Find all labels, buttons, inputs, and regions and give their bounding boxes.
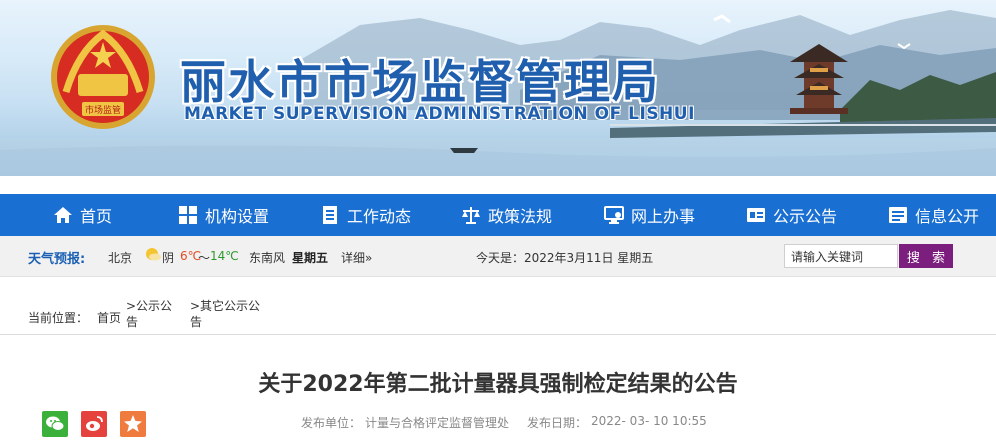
nav-item-announcements[interactable]: 公示公告 xyxy=(745,194,837,236)
publisher-value: 计量与合格评定监督管理处 xyxy=(365,416,510,430)
nav-item-home[interactable]: 首页 xyxy=(52,194,112,236)
cloudy-sun-icon xyxy=(144,246,162,265)
home-icon xyxy=(54,207,72,223)
nav-label: 公示公告 xyxy=(773,207,838,226)
divider xyxy=(0,334,996,335)
main-nav: 首页 机构设置 工作动态 政策法规 网上办事 公示公告 信息公开 xyxy=(0,194,996,236)
weather-wind: 东南风 xyxy=(249,251,286,265)
publish-date-value: 2022- 03- 10 10:55 xyxy=(591,414,707,428)
nav-label: 信息公开 xyxy=(915,207,980,226)
nav-label: 机构设置 xyxy=(205,207,270,226)
breadcrumb-announcements-link[interactable]: >公示公告 xyxy=(126,298,176,330)
header-banner: 市场监管 丽水市市场监督管理局 MARKET SUPERVISION ADMIN… xyxy=(0,0,996,176)
scales-icon xyxy=(462,207,480,224)
grid-icon xyxy=(179,206,197,224)
weather-range-separator: ～ xyxy=(198,251,211,265)
share-qzone-button[interactable] xyxy=(120,411,146,437)
document-icon xyxy=(323,206,337,224)
nav-item-info-disclosure[interactable]: 信息公开 xyxy=(887,194,979,236)
nav-label: 工作动态 xyxy=(347,207,412,226)
site-title-english: MARKET SUPERVISION ADMINISTRATION OF LIS… xyxy=(184,104,695,124)
today-date: 今天是：2022年3月11日 星期五 xyxy=(476,251,654,265)
nav-item-online-service[interactable]: 网上办事 xyxy=(603,194,695,236)
publisher-label: 发布单位： xyxy=(301,416,362,430)
weather-detail-link[interactable]: 详细» xyxy=(341,249,372,266)
wechat-icon xyxy=(46,416,65,431)
monitor-icon xyxy=(604,206,624,224)
nav-item-policy[interactable]: 政策法规 xyxy=(460,194,552,236)
weather-high-temp: 14℃ xyxy=(210,249,239,263)
share-wechat-button[interactable] xyxy=(42,411,68,437)
nav-item-work-news[interactable]: 工作动态 xyxy=(319,194,411,236)
list-card-icon xyxy=(889,207,907,223)
site-title: 丽水市市场监督管理局 xyxy=(180,55,660,109)
emblem-icon: 市场监管 xyxy=(51,25,155,129)
nav-label: 网上办事 xyxy=(631,207,696,226)
publish-date-label: 发布日期： xyxy=(527,416,588,430)
weather-label: 天气预报: xyxy=(28,252,86,267)
article-title: 关于2022年第二批计量器具强制检定结果的公告 xyxy=(258,372,738,397)
svg-text:市场监管: 市场监管 xyxy=(85,104,121,116)
id-card-icon xyxy=(747,208,765,222)
star-icon xyxy=(124,415,142,432)
nav-label: 政策法规 xyxy=(488,207,553,226)
breadcrumb-home-link[interactable]: 首页 xyxy=(97,309,121,326)
nav-item-organization[interactable]: 机构设置 xyxy=(177,194,269,236)
search-button[interactable]: 搜 索 xyxy=(899,244,953,268)
share-weibo-button[interactable] xyxy=(81,411,107,437)
breadcrumb-label: 当前位置： xyxy=(28,311,89,325)
breadcrumb-other-announcements-link[interactable]: >其它公示公告 xyxy=(190,298,270,330)
weather-weekday: 星期五 xyxy=(292,251,329,265)
weather-bar: 天气预报: 北京 阴 6℃ ～ 14℃ 东南风 星期五 详细» 今天是：2022… xyxy=(0,236,996,277)
nav-label: 首页 xyxy=(80,207,113,226)
weibo-icon xyxy=(86,416,103,431)
weather-condition: 阴 xyxy=(162,251,175,265)
search-input[interactable] xyxy=(784,244,898,268)
weather-city: 北京 xyxy=(108,251,133,265)
